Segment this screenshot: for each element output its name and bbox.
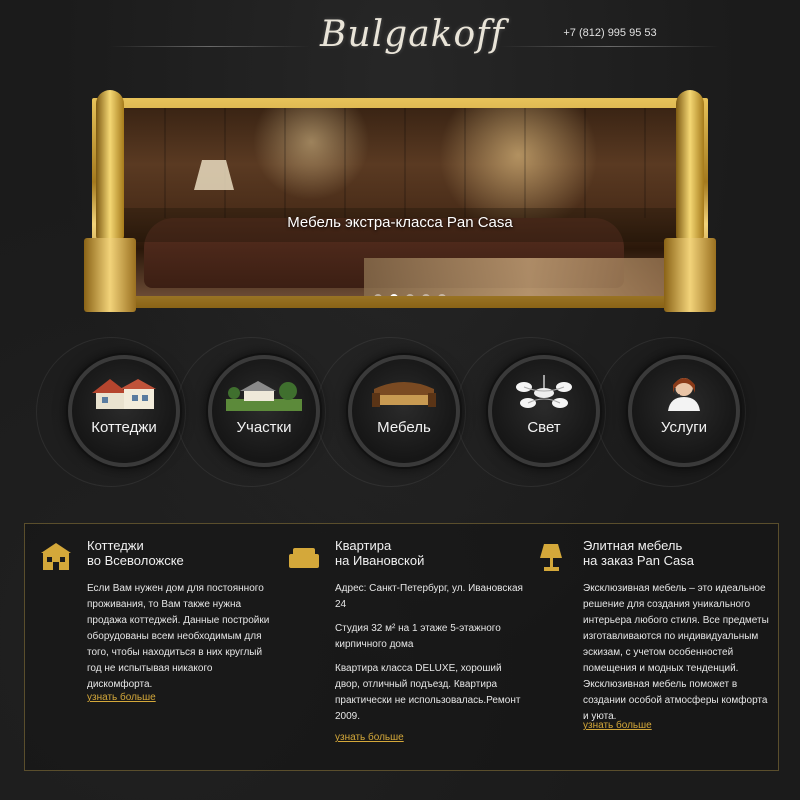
cottage-icon — [92, 379, 156, 409]
header-divider-right — [500, 46, 720, 47]
column-title: Квартира на Ивановской — [335, 538, 425, 568]
banner-photo: Мебель экстра-класса Pan Casa — [104, 108, 696, 296]
category-land-plots[interactable]: Участки — [208, 355, 320, 467]
house-icon — [41, 543, 71, 570]
column-text: Адрес: Санкт-Петербург, ул. Ивановская 2… — [335, 583, 523, 722]
header: Bulgakoff +7 (812) 995 95 53 — [0, 0, 800, 80]
column-text: Если Вам нужен дом для постоянного прожи… — [87, 583, 270, 690]
info-section: Коттеджи во Всеволожске Если Вам нужен д… — [24, 523, 779, 771]
column-title: Элитная мебель на заказ Pan Casa — [583, 538, 694, 568]
rug-shape — [364, 258, 694, 296]
lamp-icon — [540, 544, 562, 571]
category-label: Услуги — [660, 419, 708, 436]
category-label: Мебель — [377, 419, 431, 436]
read-more-link[interactable]: узнать больше — [87, 692, 156, 703]
category-cottages[interactable]: Коттеджи — [68, 355, 180, 467]
chandelier-icon — [516, 375, 572, 408]
read-more-link[interactable]: узнать больше — [583, 720, 652, 731]
slider-dot[interactable] — [374, 294, 382, 296]
read-more-link[interactable]: узнать больше — [335, 732, 404, 743]
logo[interactable]: Bulgakoff — [320, 14, 504, 74]
operator-icon — [668, 378, 700, 411]
phone-number[interactable]: +7 (812) 995 95 53 — [555, 27, 665, 39]
slider-dot[interactable] — [422, 294, 430, 296]
sofa-icon — [372, 382, 436, 407]
slider-dot-active[interactable] — [390, 294, 398, 296]
slider-dot[interactable] — [406, 294, 414, 296]
category-furniture[interactable]: Мебель — [348, 355, 460, 467]
statue-pillar-left — [80, 90, 140, 312]
statue-pillar-right — [660, 90, 720, 312]
category-label: Участки — [236, 419, 292, 436]
land-plot-icon — [226, 381, 302, 411]
category-nav: Коттеджи Участки Мебель Свет Услуги — [36, 337, 746, 487]
hero-banner[interactable]: Мебель экстра-класса Pan Casa — [80, 90, 720, 312]
category-label: Коттеджи — [91, 419, 157, 436]
banner-caption: Мебель экстра-класса Pan Casa — [287, 214, 513, 231]
slider-dot[interactable] — [438, 294, 446, 296]
slider-dots — [374, 294, 446, 296]
column-text: Эксклюзивная мебель – это идеальное реше… — [583, 583, 769, 722]
category-services[interactable]: Услуги — [628, 355, 740, 467]
category-label: Свет — [527, 419, 561, 436]
column-title: Коттеджи во Всеволожске — [87, 538, 184, 568]
sofa-icon — [289, 548, 319, 568]
category-lighting[interactable]: Свет — [488, 355, 600, 467]
header-divider-left — [110, 46, 310, 47]
